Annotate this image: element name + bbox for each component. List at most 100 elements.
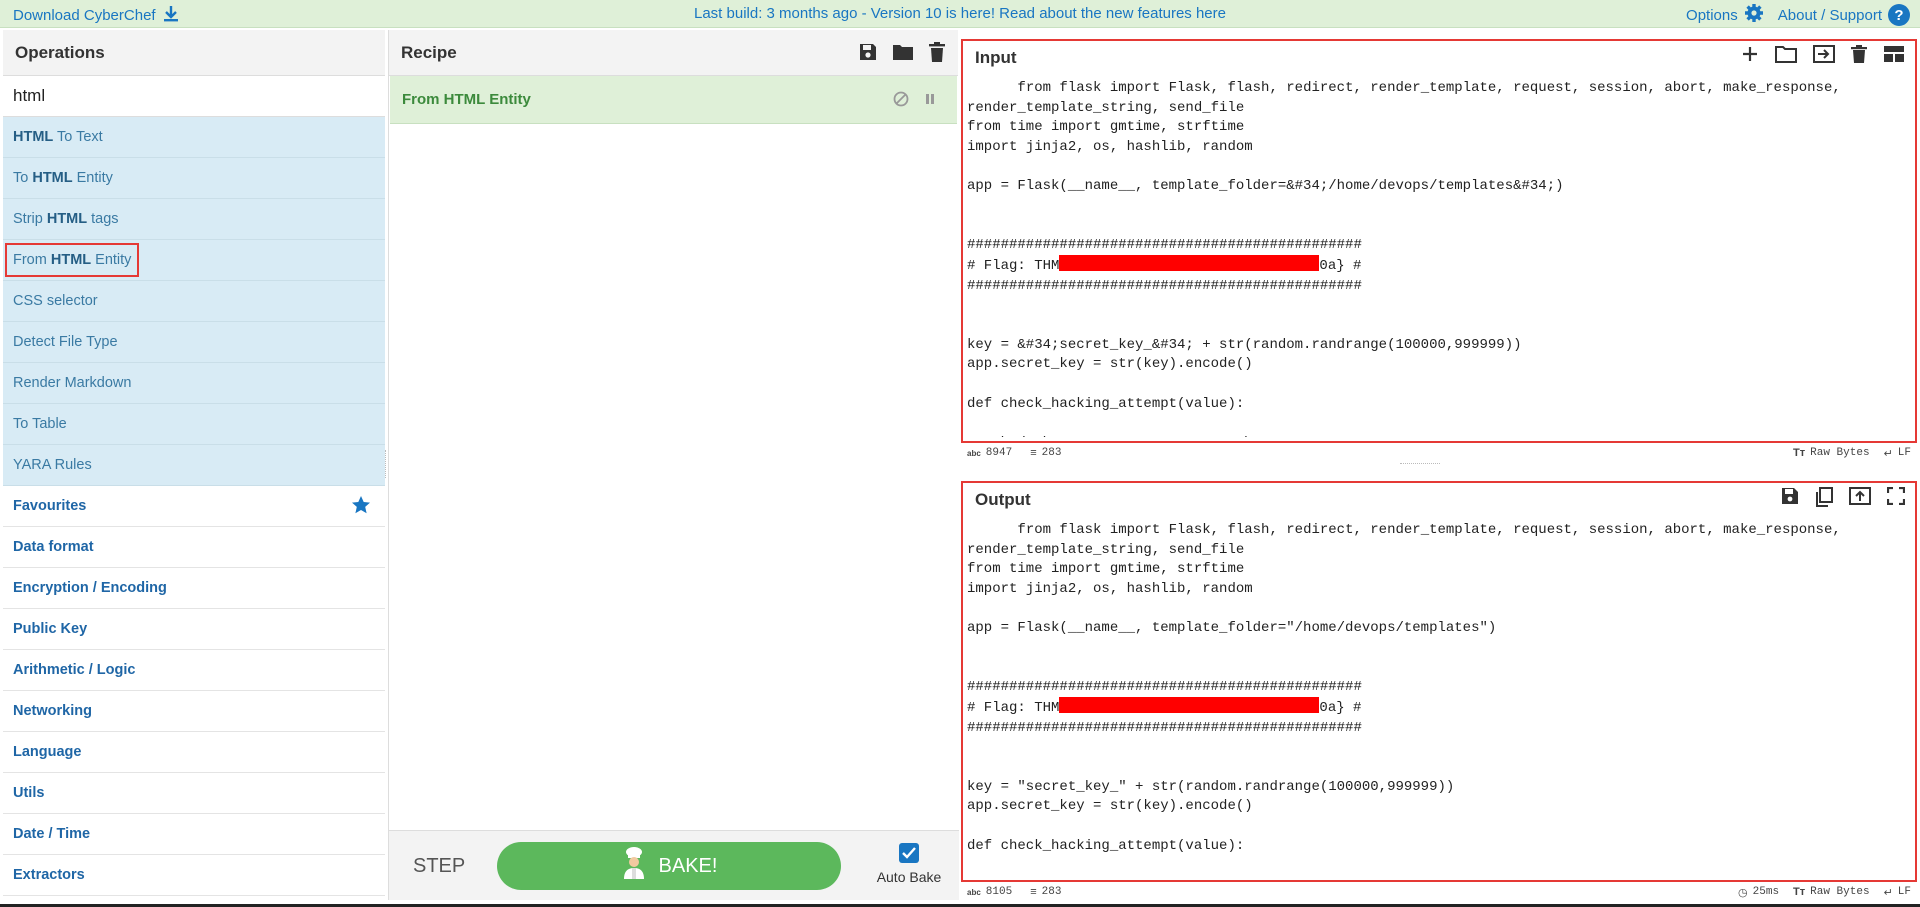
category-item[interactable]: Date / Time xyxy=(3,814,385,855)
cyberchef-app: Download CyberChef Last build: 3 months … xyxy=(0,0,1920,904)
output-lines: 283 xyxy=(1041,886,1062,898)
input-title: Input xyxy=(975,48,1017,67)
layout-icon[interactable] xyxy=(1883,45,1905,68)
replace-input-icon[interactable] xyxy=(1849,487,1871,512)
recipe-header: Recipe xyxy=(389,30,958,76)
category-label: Public Key xyxy=(13,621,88,637)
recipe-panel: Recipe From HTML Entity STEP BAKE! Auto … xyxy=(388,30,959,900)
operation-label: HTML To Text xyxy=(13,129,103,145)
options-label: Options xyxy=(1686,6,1738,24)
panel-resize-handle[interactable] xyxy=(385,450,387,478)
autobake-toggle[interactable]: Auto Bake xyxy=(869,843,949,885)
category-item[interactable]: Public Key xyxy=(3,609,385,650)
recipe-operation[interactable]: From HTML Entity xyxy=(390,76,957,124)
operation-item[interactable]: CSS selector xyxy=(3,281,385,322)
bake-button[interactable]: BAKE! xyxy=(497,842,841,890)
category-item[interactable]: Encryption / Encoding xyxy=(3,568,385,609)
operation-item[interactable]: To Table xyxy=(3,404,385,445)
category-label: Language xyxy=(13,744,82,760)
build-message-link[interactable]: Last build: 3 months ago - Version 10 is… xyxy=(694,5,1226,22)
operation-label-part: HTML xyxy=(13,129,54,145)
eol-selector[interactable]: ↵ LF xyxy=(1884,886,1911,899)
copy-icon[interactable] xyxy=(1815,487,1833,512)
output-code-before: from flask import Flask, flash, redirect… xyxy=(967,522,1841,695)
import-icon[interactable] xyxy=(1813,45,1835,68)
length-indicator: abc 8105 xyxy=(967,886,1012,898)
output-encoding: Raw Bytes xyxy=(1810,886,1870,898)
operations-results: HTML To Text To HTML Entity Strip HTML tag… xyxy=(3,117,385,486)
io-resize-handle[interactable] xyxy=(1400,463,1440,465)
save-icon[interactable] xyxy=(1781,487,1799,512)
options-button[interactable]: Options xyxy=(1686,3,1764,27)
category-item[interactable]: Favourites xyxy=(3,486,385,527)
input-encoding: Raw Bytes xyxy=(1810,447,1870,459)
operation-item[interactable]: To HTML Entity xyxy=(3,158,385,199)
output-eol: LF xyxy=(1897,886,1911,898)
output-status-bar: abc 8105 ≡ 283 ◷ 25ms Tт Raw Bytes ↵ LF xyxy=(961,882,1917,902)
category-label: Arithmetic / Logic xyxy=(13,662,136,678)
input-code-after: ########################################… xyxy=(967,277,1522,437)
operation-item[interactable]: Strip HTML tags xyxy=(3,199,385,240)
input-text[interactable]: from flask import Flask, flash, redirect… xyxy=(963,75,1915,437)
folder-icon[interactable] xyxy=(1775,45,1797,68)
step-button[interactable]: STEP xyxy=(413,855,465,878)
category-item[interactable]: Language xyxy=(3,732,385,773)
recipe-operation-name: From HTML Entity xyxy=(402,91,531,108)
operation-label-part: To Table xyxy=(13,416,67,432)
operations-title: Operations xyxy=(3,30,385,76)
output-panel: Output from flask import Flask, flash, r… xyxy=(961,481,1917,882)
input-panel: Input from flask import Flask, flash, re… xyxy=(961,39,1917,443)
autobake-checkbox[interactable] xyxy=(899,843,919,863)
operation-item[interactable]: YARA Rules xyxy=(3,445,385,486)
encoding-selector[interactable]: Tт Raw Bytes xyxy=(1793,447,1870,459)
lines-indicator: ≡ 283 xyxy=(1030,886,1061,898)
operation-label: YARA Rules xyxy=(13,457,92,473)
operation-label-part: tags xyxy=(87,211,119,227)
operation-label-part: Render Markdown xyxy=(13,375,132,391)
build-message[interactable]: Last build: 3 months ago - Version 10 is… xyxy=(0,5,1920,22)
operation-item[interactable]: Render Markdown xyxy=(3,363,385,404)
lines-icon: ≡ xyxy=(1030,886,1037,898)
folder-icon[interactable] xyxy=(892,42,914,67)
operation-item[interactable]: HTML To Text xyxy=(3,117,385,158)
operation-label-part: To xyxy=(13,170,33,186)
maximize-icon[interactable] xyxy=(1886,486,1906,512)
trash-icon[interactable] xyxy=(1851,45,1867,68)
about-label: About / Support xyxy=(1777,6,1882,24)
category-item[interactable]: Networking xyxy=(3,691,385,732)
disable-icon[interactable] xyxy=(893,91,909,111)
input-flag-prefix: # Flag: THM xyxy=(967,258,1060,275)
trash-icon[interactable] xyxy=(928,42,946,67)
operations-panel: Operations HTML To Text To HTML Entity Str… xyxy=(3,30,385,900)
category-label: Encryption / Encoding xyxy=(13,580,167,596)
about-support-button[interactable]: About / Support ? xyxy=(1778,4,1910,26)
operations-search[interactable] xyxy=(3,76,385,117)
category-label: Extractors xyxy=(13,867,85,883)
gear-icon xyxy=(1744,3,1764,27)
operation-item[interactable]: From HTML Entity xyxy=(3,240,385,281)
pause-icon[interactable] xyxy=(923,91,937,111)
category-item[interactable]: Arithmetic / Logic xyxy=(3,650,385,691)
input-flag-suffix: 0a} # xyxy=(1319,258,1362,275)
category-label: Utils xyxy=(13,785,45,801)
output-time: 25ms xyxy=(1752,886,1780,898)
operation-label: Strip HTML tags xyxy=(13,211,119,227)
text-size-icon: Tт xyxy=(1793,447,1806,459)
return-icon: ↵ xyxy=(1883,886,1893,899)
help-icon: ? xyxy=(1888,4,1910,26)
operation-label-part: HTML xyxy=(46,211,88,227)
category-item[interactable]: Extractors xyxy=(3,855,385,896)
operation-label-part: YARA Rules xyxy=(13,457,92,473)
plus-icon[interactable] xyxy=(1741,45,1759,68)
output-text[interactable]: from flask import Flask, flash, redirect… xyxy=(963,517,1915,877)
save-icon[interactable] xyxy=(858,42,878,67)
eol-selector[interactable]: ↵ LF xyxy=(1884,447,1911,460)
search-input[interactable] xyxy=(13,86,373,106)
output-flag-suffix: 0a} # xyxy=(1319,700,1362,717)
category-item[interactable]: Utils xyxy=(3,773,385,814)
encoding-selector[interactable]: Tт Raw Bytes xyxy=(1793,886,1870,898)
operation-item[interactable]: Detect File Type xyxy=(3,322,385,363)
category-item[interactable]: Data format xyxy=(3,527,385,568)
operation-label-part: To Text xyxy=(53,129,103,145)
operation-label: To HTML Entity xyxy=(13,170,113,186)
